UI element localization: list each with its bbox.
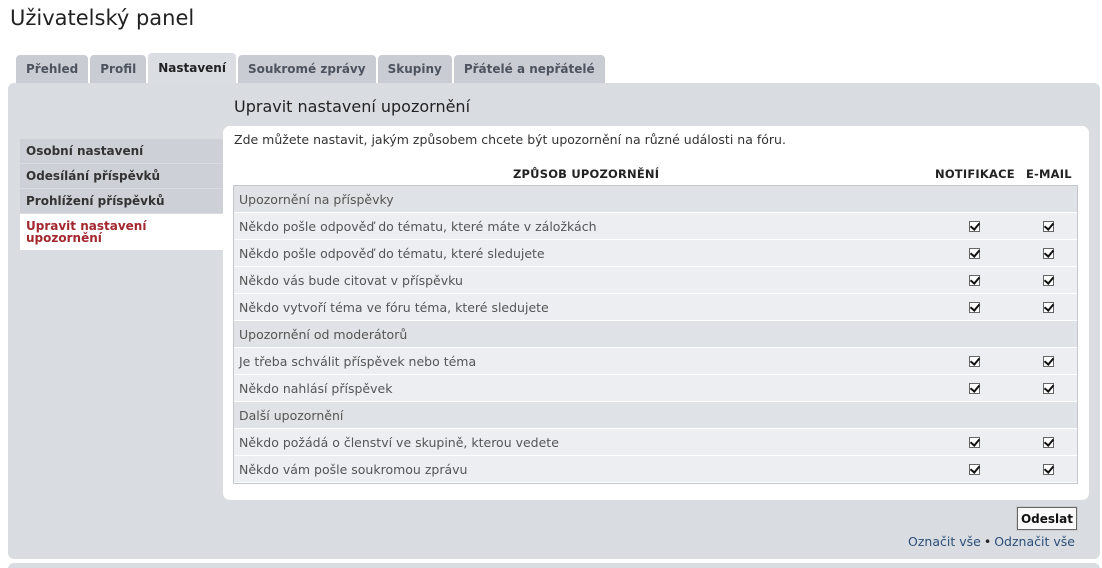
- notification-checkbox[interactable]: [969, 248, 980, 259]
- notification-checkbox[interactable]: [969, 275, 980, 286]
- sidebar-item-upozorneni[interactable]: Upravit nastavení upozornění: [20, 214, 223, 250]
- row-label: Někdo vás bude citovat v příspěvku: [239, 273, 463, 288]
- unmark-all-link[interactable]: Odznačit vše: [994, 534, 1075, 549]
- column-header-notification: NOTIFIKACE: [935, 167, 1015, 181]
- notification-checkbox[interactable]: [969, 383, 980, 394]
- row-label: Někdo nahlásí příspěvek: [239, 381, 393, 396]
- email-checkbox[interactable]: [1043, 356, 1054, 367]
- intro-text: Zde můžete nastavit, jakým způsobem chce…: [234, 132, 786, 147]
- table-row: Je třeba schválit příspěvek nebo téma: [234, 348, 1077, 375]
- table-row: Někdo vám pošle soukromou zprávu: [234, 456, 1077, 483]
- tab-nastaveni[interactable]: Nastavení: [148, 53, 236, 84]
- tab-soukrome-zpravy[interactable]: Soukromé zprávy: [237, 55, 376, 84]
- table-row: Někdo požádá o členství ve skupině, kter…: [234, 429, 1077, 456]
- link-separator: •: [983, 534, 992, 549]
- email-checkbox[interactable]: [1043, 437, 1054, 448]
- sidebar-menu: Osobní nastavení Odesílání příspěvků Pro…: [20, 139, 223, 251]
- row-label: Někdo pošle odpověď do tématu, které mát…: [239, 219, 597, 234]
- email-checkbox[interactable]: [1043, 248, 1054, 259]
- row-label: Někdo pošle odpověď do tématu, které sle…: [239, 246, 545, 261]
- notification-checkbox[interactable]: [969, 302, 980, 313]
- panel-bottom-edge: [8, 563, 1100, 568]
- sidebar-item-osobni-nastaveni[interactable]: Osobní nastavení: [20, 139, 223, 163]
- group-row: Další upozornění: [234, 402, 1077, 429]
- group-row: Upozornění od moderátorů: [234, 321, 1077, 348]
- notification-checkbox[interactable]: [969, 356, 980, 367]
- email-checkbox[interactable]: [1043, 221, 1054, 232]
- group-row: Upozornění na příspěvky: [234, 186, 1077, 213]
- group-label: Upozornění od moderátorů: [239, 327, 408, 342]
- tab-bar: Přehled Profil Nastavení Soukromé zprávy…: [16, 53, 607, 84]
- tab-skupiny[interactable]: Skupiny: [377, 55, 452, 84]
- mark-all-link[interactable]: Označit vše: [908, 534, 981, 549]
- table-row: Někdo pošle odpověď do tématu, které mát…: [234, 213, 1077, 240]
- row-label: Je třeba schválit příspěvek nebo téma: [239, 354, 477, 369]
- group-label: Upozornění na příspěvky: [239, 192, 394, 207]
- table-row: Někdo vás bude citovat v příspěvku: [234, 267, 1077, 294]
- group-label: Další upozornění: [239, 408, 344, 423]
- page-title: Uživatelský panel: [10, 6, 195, 30]
- tab-pratele-nepratele[interactable]: Přátelé a nepřátelé: [453, 55, 605, 84]
- email-checkbox[interactable]: [1043, 275, 1054, 286]
- email-checkbox[interactable]: [1043, 383, 1054, 394]
- notification-checkbox[interactable]: [969, 221, 980, 232]
- table-row: Někdo nahlásí příspěvek: [234, 375, 1077, 402]
- column-header-method: ZPŮSOB UPOZORNĚNÍ: [513, 167, 660, 181]
- notification-checkbox[interactable]: [969, 464, 980, 475]
- table-row: Někdo pošle odpověď do tématu, které sle…: [234, 240, 1077, 267]
- email-checkbox[interactable]: [1043, 464, 1054, 475]
- email-checkbox[interactable]: [1043, 302, 1054, 313]
- tab-profil[interactable]: Profil: [90, 55, 147, 84]
- tab-prehled[interactable]: Přehled: [16, 55, 89, 84]
- row-label: Někdo vám pošle soukromou zprávu: [239, 462, 468, 477]
- sidebar-item-prohlizeni-prispevku[interactable]: Prohlížení příspěvků: [20, 189, 223, 213]
- mark-links: Označit vše • Odznačit vše: [908, 534, 1075, 549]
- sidebar-item-odesilani-prispevku[interactable]: Odesílání příspěvků: [20, 164, 223, 188]
- column-header-email: E-MAIL: [1026, 167, 1072, 181]
- table-row: Někdo vytvoří téma ve fóru téma, které s…: [234, 294, 1077, 321]
- section-title: Upravit nastavení upozornění: [234, 97, 471, 116]
- notification-table: Upozornění na příspěvky Někdo pošle odpov…: [233, 185, 1078, 484]
- notification-checkbox[interactable]: [969, 437, 980, 448]
- row-label: Někdo vytvoří téma ve fóru téma, které s…: [239, 300, 549, 315]
- submit-button[interactable]: Odeslat: [1016, 506, 1078, 531]
- row-label: Někdo požádá o členství ve skupině, kter…: [239, 435, 559, 450]
